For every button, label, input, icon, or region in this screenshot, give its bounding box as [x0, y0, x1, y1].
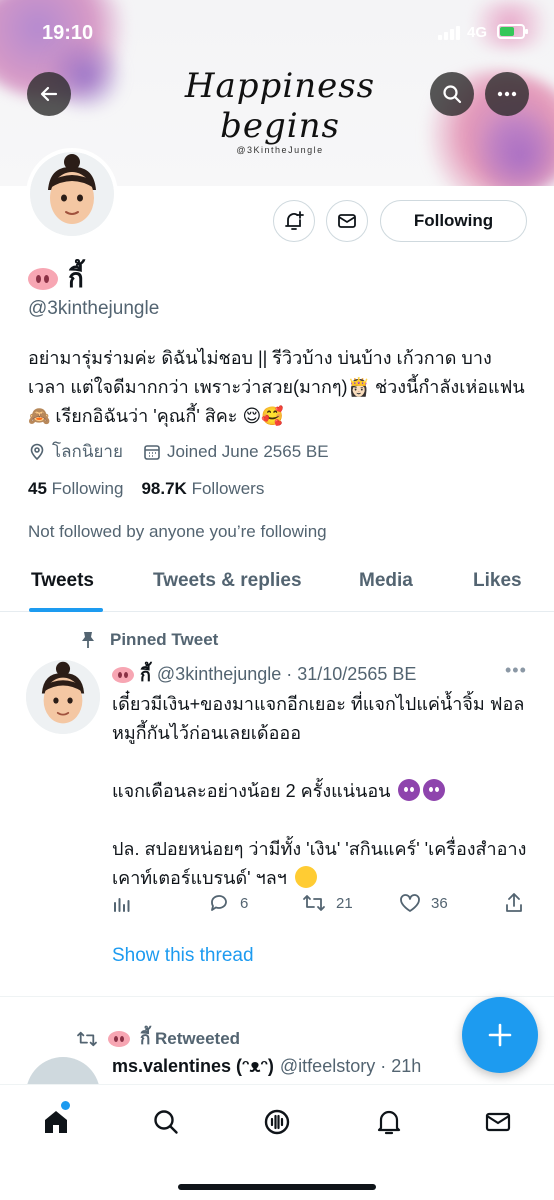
like-count: 36	[431, 894, 448, 912]
following-label: Following	[51, 479, 124, 498]
bell-icon	[377, 1110, 401, 1135]
pig-nose-emoji	[112, 666, 134, 683]
compose-plus-icon	[488, 1023, 512, 1047]
tweet-handle-date: @3kinthejungle · 31/10/2565 BE	[156, 664, 417, 684]
pig-nose-emoji	[108, 1030, 130, 1047]
following-count: 45	[28, 479, 47, 498]
tweet-paragraph-3: ปล. สปอยหน่อยๆ ว่ามีทั้ง 'เงิน' 'สกินแคร…	[112, 839, 527, 888]
compose-tweet-button[interactable]	[462, 997, 538, 1073]
nav-notifications[interactable]	[372, 1105, 406, 1139]
network-label: 4G	[467, 24, 488, 41]
home-indicator	[178, 1184, 376, 1190]
analytics-button[interactable]	[112, 893, 132, 913]
active-tab-indicator	[29, 608, 103, 612]
location-icon	[30, 443, 44, 460]
profile-location: โลกนิยาย	[28, 438, 123, 465]
retweet-button[interactable]: 21	[302, 893, 353, 913]
explore-icon	[154, 1110, 178, 1134]
calendar-icon	[144, 444, 160, 460]
banner-script-text: Happiness begins	[184, 66, 376, 146]
retweet-icon	[77, 1031, 97, 1046]
tweet-header: กี้ @3kinthejungle · 31/10/2565 BE	[112, 660, 416, 689]
tweet-body: เดี๋ยวมีเงิน+ของมาแจกอีกเยอะ ที่แจกไปแค่…	[112, 690, 532, 893]
more-button[interactable]	[485, 72, 529, 116]
like-icon	[400, 894, 420, 912]
tweet-paragraph-2: แจกเดือนละอย่างน้อย 2 ครั้งแน่นอน	[112, 777, 532, 806]
bottom-navigation	[0, 1084, 554, 1200]
reply-icon	[211, 895, 227, 911]
retweet-author-name[interactable]: ms.valentines (ᵔᴥᵔ)	[112, 1056, 274, 1077]
home-icon	[45, 1111, 67, 1133]
nav-messages[interactable]	[481, 1105, 515, 1139]
tweet-avatar[interactable]	[26, 660, 100, 734]
retweeted-label-text: กี้ Retweeted	[140, 1029, 241, 1048]
followers-count-link[interactable]: 98.7K Followers	[141, 479, 264, 499]
profile-joined: Joined June 2565 BE	[143, 442, 329, 462]
tweet-actions: 6 21 36	[112, 893, 532, 919]
joined-text: Joined June 2565 BE	[166, 441, 329, 461]
signal-icon	[438, 26, 460, 40]
devil-emoji	[423, 779, 446, 801]
messages-icon	[485, 1112, 511, 1132]
home-notification-dot	[61, 1101, 70, 1110]
nav-explore[interactable]	[149, 1105, 183, 1139]
profile-meta: โลกนิยาย Joined June 2565 BE	[28, 438, 329, 465]
back-arrow-icon	[40, 86, 58, 102]
following-count-link[interactable]: 45 Following	[28, 479, 123, 499]
reply-count: 6	[240, 894, 249, 912]
tab-tweets-replies[interactable]: Tweets & replies	[153, 570, 302, 592]
retweet-count: 21	[336, 894, 353, 912]
like-button[interactable]: 36	[399, 893, 448, 913]
tab-likes[interactable]: Likes	[473, 570, 522, 592]
follow-counts: 45 Following 98.7K Followers	[28, 479, 264, 499]
smirk-emoji	[294, 866, 317, 888]
nav-spaces[interactable]	[260, 1105, 294, 1139]
status-time: 19:10	[42, 22, 94, 44]
notifications-toggle-button[interactable]	[273, 200, 315, 242]
retweet-header: ms.valentines (ᵔᴥᵔ) @itfeelstory · 21h	[112, 1056, 421, 1077]
profile-handle: @3kinthejungle	[28, 298, 160, 319]
followers-label: Followers	[191, 479, 265, 498]
banner-handle-text: @3KintheJungle	[236, 145, 324, 155]
tweet-divider	[0, 996, 554, 997]
not-followed-notice: Not followed by anyone you’re following	[28, 522, 327, 541]
analytics-icon	[114, 898, 130, 912]
profile-avatar[interactable]	[26, 148, 118, 240]
retweet-handle-time: @itfeelstory · 21h	[279, 1056, 422, 1076]
pin-icon	[82, 632, 94, 648]
retweeted-label: กี้ Retweeted	[76, 1025, 240, 1052]
profile-tabs: Tweets Tweets & replies Media Likes	[0, 560, 554, 612]
tweet-paragraph: เดี๋ยวมีเงิน+ของมาแจกอีกเยอะ ที่แจกไปแค่…	[112, 694, 525, 743]
display-name-text: กี้	[68, 263, 84, 293]
location-text: โลกนิยาย	[52, 442, 123, 461]
more-icon	[497, 91, 517, 97]
battery-icon	[497, 24, 528, 39]
tweet-more-icon[interactable]: •••	[505, 660, 527, 681]
pig-nose-emoji	[28, 267, 58, 290]
mail-icon	[338, 214, 356, 228]
search-button[interactable]	[430, 72, 474, 116]
nav-home[interactable]	[39, 1105, 73, 1139]
share-icon	[506, 893, 522, 912]
profile-bio: อย่ามารุ่มร่ามค่ะ ดิฉันไม่ชอบ || รีวิวบ้…	[28, 348, 525, 426]
pinned-tweet-label: Pinned Tweet	[80, 630, 218, 650]
notification-add-icon	[285, 211, 304, 230]
pinned-label-text: Pinned Tweet	[110, 630, 219, 649]
reply-button[interactable]: 6	[208, 893, 248, 913]
retweet-icon	[303, 895, 325, 911]
message-button[interactable]	[326, 200, 368, 242]
spaces-icon	[264, 1109, 290, 1135]
followers-count: 98.7K	[141, 479, 187, 498]
devil-emoji	[398, 779, 421, 801]
profile-display-name: กี้	[28, 258, 84, 299]
tab-tweets[interactable]: Tweets	[31, 570, 94, 592]
tweet-author-name[interactable]: กี้	[140, 660, 151, 689]
tab-media[interactable]: Media	[359, 570, 413, 592]
following-button[interactable]: Following	[380, 200, 527, 242]
search-icon	[443, 85, 462, 104]
back-button[interactable]	[27, 72, 71, 116]
share-button[interactable]	[504, 893, 524, 913]
show-thread-link[interactable]: Show this thread	[112, 945, 254, 967]
